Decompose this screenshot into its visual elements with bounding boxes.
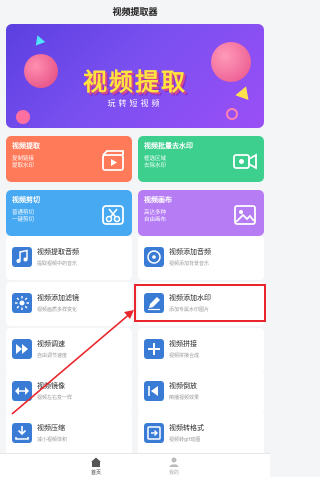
banner-headline: 视频提取 <box>83 68 187 96</box>
tool-desc: 视频拼接合成 <box>169 353 200 359</box>
tool-add-audio[interactable]: 视频添加音频 视频添加背景音乐 <box>138 236 264 280</box>
tool-name: 视频拼接 <box>169 340 197 348</box>
tool-name: 视频压缩 <box>37 424 65 432</box>
feature-desc-line: 一键剪切 <box>12 217 35 223</box>
feature-desc-line: 高达多种 <box>144 210 167 216</box>
feature-desc-line: 去除水印 <box>144 163 167 169</box>
video-camera-icon <box>233 153 257 170</box>
feature-video-cut[interactable]: 视频剪切 普通剪切 一键剪切 <box>6 190 132 236</box>
tool-desc: 视频转gif动图 <box>169 437 201 443</box>
decor-circle <box>16 110 30 124</box>
feature-title: 视频剪切 <box>12 196 40 204</box>
tool-name: 视频调速 <box>37 340 65 348</box>
tool-extract-audio[interactable]: 视频提取音频 提取视频中的音乐 <box>6 236 132 280</box>
feature-desc: 高达多种 自由画布 <box>144 210 166 224</box>
feature-desc-line: 普通剪切 <box>12 210 35 216</box>
feature-desc: 普通剪切 一键剪切 <box>12 210 34 224</box>
tool-name: 视频镜像 <box>37 382 65 390</box>
app-screen: 视频提取器 视频提取 玩转短视频 视频提取 复制链接 提取水印 视频批量去水印 … <box>0 0 270 477</box>
film-play-icon <box>102 150 124 171</box>
feature-video-canvas[interactable]: 视频画布 高达多种 自由画布 <box>138 190 264 236</box>
reverse-play-icon <box>144 381 164 401</box>
highlight-box <box>134 284 266 322</box>
page-title: 视频提取器 <box>0 0 270 22</box>
feature-title: 视频提取 <box>12 142 40 150</box>
tool-adjust-speed[interactable]: 视频调速 自由调节速度 <box>6 328 132 372</box>
tool-desc: 减小视频体积 <box>37 437 68 443</box>
fast-forward-icon <box>12 339 32 359</box>
decor-ring <box>226 108 238 120</box>
feature-title: 视频批量去水印 <box>144 142 193 150</box>
music-icon <box>12 247 32 267</box>
feature-desc-line: 框选区域 <box>144 156 167 162</box>
feature-video-extract[interactable]: 视频提取 复制链接 提取水印 <box>6 136 132 182</box>
decor-triangle <box>32 33 46 46</box>
tool-reverse[interactable]: 视频倒放 倒播视频效果 <box>138 370 264 414</box>
mirror-icon <box>12 381 32 401</box>
tool-add-filter[interactable]: 视频添加滤镜 视频画质多样变化 <box>6 282 132 326</box>
tool-name: 视频添加滤镜 <box>37 294 79 302</box>
plus-grid-icon <box>144 339 164 359</box>
nav-home-label: 首页 <box>90 470 101 476</box>
convert-icon <box>144 423 164 443</box>
tool-convert-format[interactable]: 视频转格式 视频转gif动图 <box>138 412 264 456</box>
tool-desc: 提取视频中的音乐 <box>37 261 78 267</box>
nav-mine[interactable]: 我的 <box>144 454 204 477</box>
promo-banner[interactable]: 视频提取 玩转短视频 <box>6 24 264 128</box>
feature-title: 视频画布 <box>144 196 172 204</box>
feature-desc-line: 提取水印 <box>12 163 35 169</box>
tool-name: 视频转格式 <box>169 424 204 432</box>
user-icon <box>169 457 179 467</box>
feature-desc: 复制链接 提取水印 <box>12 156 34 170</box>
tool-merge-video[interactable]: 视频拼接 视频拼接合成 <box>138 328 264 372</box>
tool-desc: 视频左右变一样 <box>37 395 73 401</box>
tool-mirror[interactable]: 视频镜像 视频左右变一样 <box>6 370 132 414</box>
nav-home[interactable]: 首页 <box>66 454 126 477</box>
scissors-clip-icon <box>102 205 124 225</box>
tool-desc: 视频添加背景音乐 <box>169 261 210 267</box>
disc-icon <box>144 247 164 267</box>
tool-desc: 视频画质多样变化 <box>37 307 78 313</box>
tool-desc: 倒播视频效果 <box>169 395 200 401</box>
banner-subline: 玩转短视频 <box>107 99 163 108</box>
tool-compress[interactable]: 视频压缩 减小视频体积 <box>6 412 132 456</box>
feature-batch-remove-watermark[interactable]: 视频批量去水印 框选区域 去除水印 <box>138 136 264 182</box>
feature-desc-line: 自由画布 <box>144 217 167 223</box>
tool-name: 视频提取音频 <box>37 248 79 256</box>
home-icon <box>91 457 101 467</box>
feature-desc: 框选区域 去除水印 <box>144 156 166 170</box>
tool-desc: 自由调节速度 <box>37 353 68 359</box>
feature-desc-line: 复制链接 <box>12 156 35 162</box>
tool-name: 视频添加音频 <box>169 248 211 256</box>
image-canvas-icon <box>234 205 256 225</box>
nav-mine-label: 我的 <box>168 470 179 476</box>
bottom-nav: 首页 我的 <box>0 453 270 477</box>
tool-name: 视频倒放 <box>169 382 197 390</box>
compress-icon <box>12 423 32 443</box>
filter-icon <box>12 293 32 313</box>
